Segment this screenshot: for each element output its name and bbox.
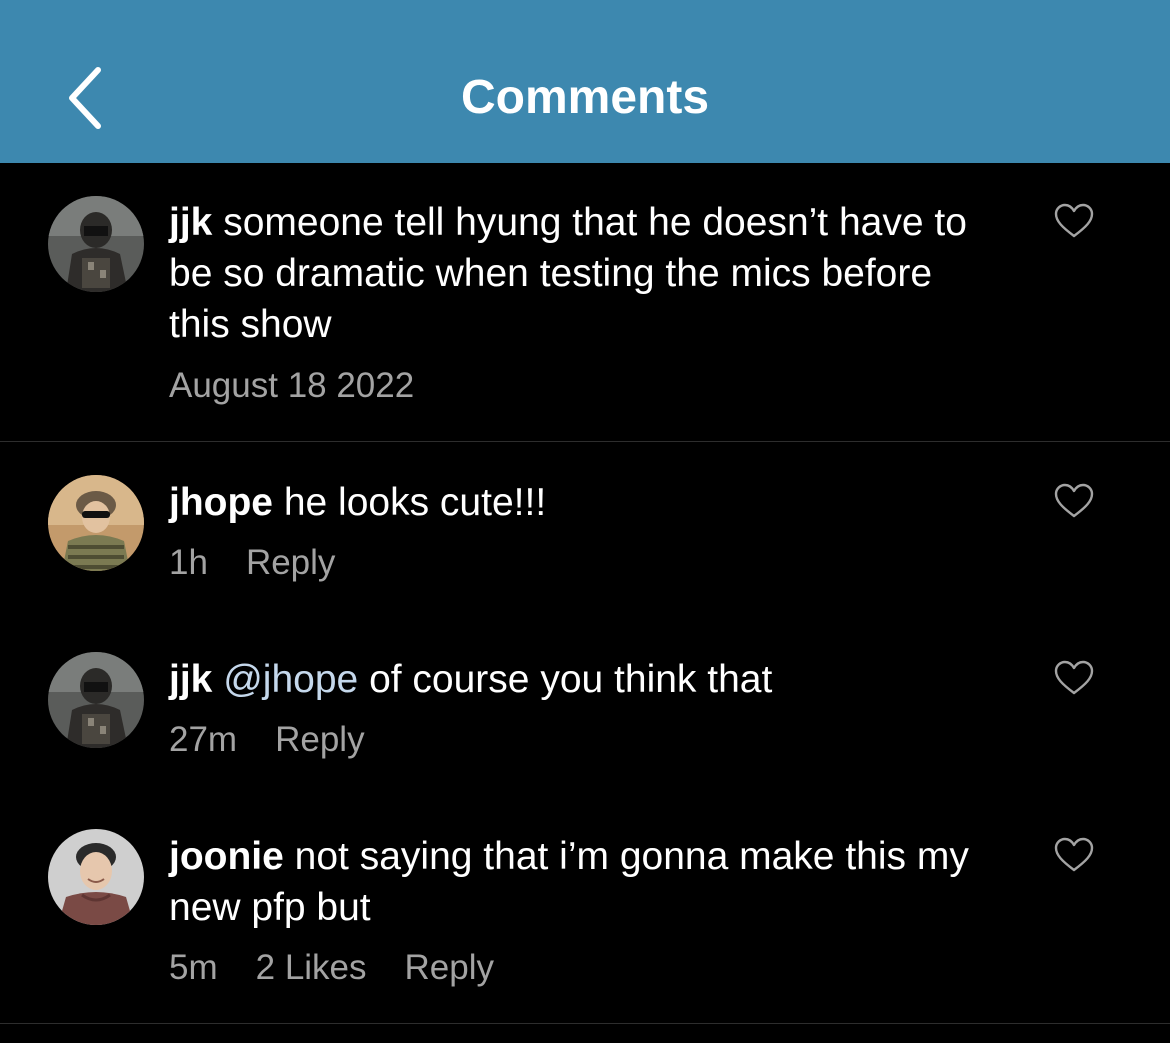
reply-button[interactable]: Reply (275, 718, 364, 762)
page-title: Comments (460, 71, 710, 124)
caption-body: someone tell hyung that he doesn’t have … (169, 201, 967, 346)
username[interactable]: jjk (169, 658, 212, 701)
username[interactable]: jhope (169, 481, 273, 524)
comment-text: joonie not saying that i’m gonna make th… (169, 831, 999, 933)
mention-link[interactable]: @jhope (223, 658, 358, 701)
comment-time: 5m (169, 948, 218, 987)
heart-outline-icon (1054, 203, 1094, 238)
like-button[interactable] (1054, 483, 1094, 519)
comment-meta: 1h Reply (169, 541, 373, 585)
reply-button[interactable]: Reply (405, 946, 494, 990)
like-button[interactable] (1054, 203, 1094, 239)
header-bar: Comments (0, 0, 1170, 163)
comment-time: 1h (169, 543, 208, 582)
comment-body: of course you think that (358, 658, 773, 701)
caption-text: jjk someone tell hyung that he doesn’t h… (169, 197, 999, 350)
heart-outline-icon (1054, 483, 1094, 518)
avatar[interactable] (48, 475, 144, 571)
caption-date: August 18 2022 (169, 366, 415, 405)
heart-outline-icon (1054, 837, 1094, 872)
avatar[interactable] (48, 652, 144, 748)
comment-meta: 27m Reply (169, 718, 403, 762)
reply-button[interactable]: Reply (246, 541, 335, 585)
caption-meta: August 18 2022 (169, 364, 452, 408)
divider (0, 1023, 1170, 1024)
likes-count[interactable]: 2 Likes (256, 946, 367, 990)
divider (0, 441, 1170, 442)
avatar[interactable] (48, 196, 144, 292)
like-button[interactable] (1054, 837, 1094, 873)
comment-body: not saying that i’m gonna make this my n… (169, 835, 969, 929)
comment-text: jjk @jhope of course you think that (169, 654, 999, 705)
comment-meta: 5m 2 Likes Reply (169, 946, 532, 990)
heart-outline-icon (1054, 660, 1094, 695)
comment-text: jhope he looks cute!!! (169, 477, 999, 528)
comment-body: he looks cute!!! (273, 481, 547, 524)
comment-time: 27m (169, 720, 238, 759)
avatar[interactable] (48, 829, 144, 925)
username[interactable]: joonie (169, 835, 284, 878)
username[interactable]: jjk (169, 201, 212, 244)
like-button[interactable] (1054, 660, 1094, 696)
